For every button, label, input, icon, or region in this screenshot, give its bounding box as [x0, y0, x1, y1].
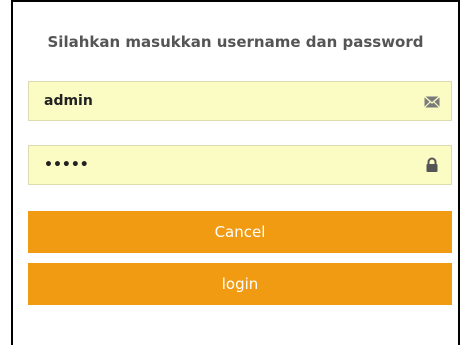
username-value[interactable]: admin — [44, 82, 93, 120]
password-value[interactable]: ••••• — [44, 146, 89, 184]
login-heading: Silahkan masukkan username dan password — [47, 33, 424, 51]
envelope-icon — [424, 94, 440, 108]
username-field[interactable]: admin — [28, 81, 452, 121]
login-panel: Silahkan masukkan username dan password … — [11, 0, 460, 345]
cancel-button[interactable]: Cancel — [28, 211, 452, 253]
password-field[interactable]: ••••• — [28, 145, 452, 185]
lock-icon — [424, 157, 440, 172]
login-button[interactable]: login — [28, 263, 452, 305]
